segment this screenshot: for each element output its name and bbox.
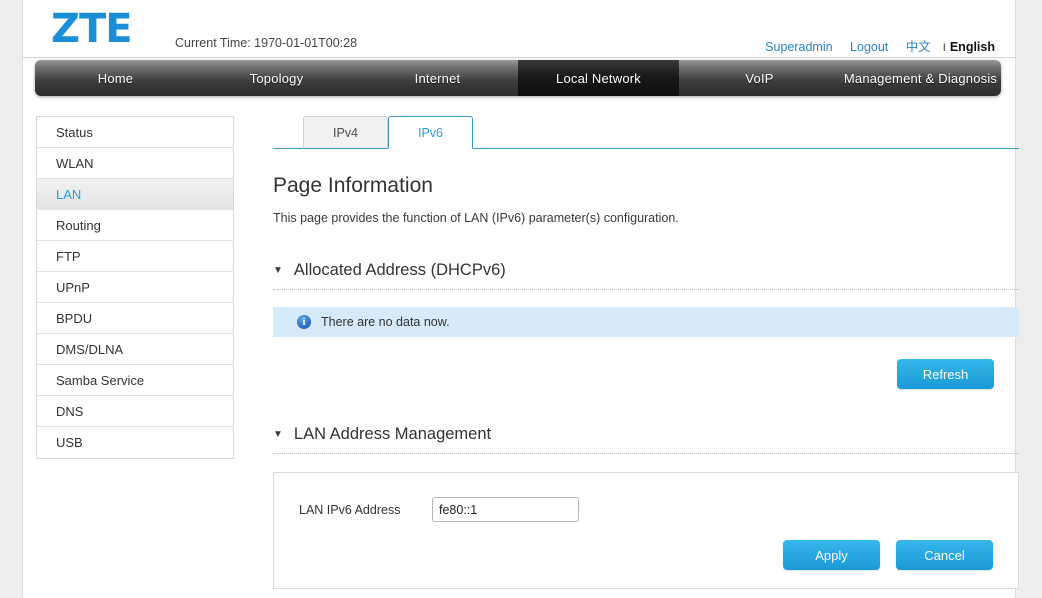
- panel-button-row: Apply Cancel: [783, 540, 993, 570]
- sidebar-item-dms-dlna[interactable]: DMS/DLNA: [37, 334, 233, 365]
- page-canvas: ZTE Current Time: 1970-01-01T00:28 Super…: [22, 0, 1016, 598]
- sidebar-item-lan[interactable]: LAN: [37, 179, 233, 210]
- cancel-button[interactable]: Cancel: [896, 540, 993, 570]
- main-navigation: Home Topology Internet Local Network VoI…: [35, 60, 1001, 96]
- sidebar-item-upnp[interactable]: UPnP: [37, 272, 233, 303]
- chevron-down-icon[interactable]: ▼: [273, 266, 283, 276]
- apply-button[interactable]: Apply: [783, 540, 880, 570]
- sidebar-item-routing[interactable]: Routing: [37, 210, 233, 241]
- no-data-message: There are no data now.: [321, 315, 450, 329]
- sidebar-item-dns[interactable]: DNS: [37, 396, 233, 427]
- sidebar-item-usb[interactable]: USB: [37, 427, 233, 458]
- page-header: ZTE Current Time: 1970-01-01T00:28 Super…: [23, 0, 1015, 58]
- current-time-label: Current Time: 1970-01-01T00:28: [175, 36, 357, 50]
- tab-ipv6[interactable]: IPv6: [388, 116, 473, 149]
- refresh-button-row: Refresh: [273, 359, 1019, 389]
- info-icon: i: [297, 315, 311, 329]
- app-window: ZTE Current Time: 1970-01-01T00:28 Super…: [0, 0, 1042, 598]
- logout-link[interactable]: Logout: [850, 40, 888, 54]
- nav-item-voip[interactable]: VoIP: [679, 60, 840, 96]
- body-area: Status WLAN LAN Routing FTP UPnP BPDU DM…: [23, 104, 1017, 598]
- lan-ipv6-address-input[interactable]: [432, 497, 579, 522]
- nav-item-internet[interactable]: Internet: [357, 60, 518, 96]
- lan-address-panel: LAN IPv6 Address Apply Cancel: [273, 472, 1019, 589]
- sidebar-item-wlan[interactable]: WLAN: [37, 148, 233, 179]
- superadmin-link[interactable]: Superadmin: [765, 40, 832, 54]
- chevron-down-icon[interactable]: ▼: [273, 430, 283, 440]
- zte-logo: ZTE: [51, 6, 132, 52]
- nav-item-topology[interactable]: Topology: [196, 60, 357, 96]
- content-column: IPv4 IPv6 Page Information This page pro…: [273, 104, 1019, 589]
- sidebar-item-status[interactable]: Status: [37, 117, 233, 148]
- sidebar-item-bpdu[interactable]: BPDU: [37, 303, 233, 334]
- nav-item-local-network[interactable]: Local Network: [518, 60, 679, 96]
- tab-bar: IPv4 IPv6: [273, 104, 1019, 149]
- nav-item-home[interactable]: Home: [35, 60, 196, 96]
- tab-ipv4[interactable]: IPv4: [303, 116, 388, 149]
- no-data-banner: i There are no data now.: [273, 307, 1019, 337]
- sidebar: Status WLAN LAN Routing FTP UPnP BPDU DM…: [36, 116, 234, 459]
- section-allocated-address-title: Allocated Address (DHCPv6): [294, 261, 506, 280]
- lan-ipv6-address-label: LAN IPv6 Address: [299, 503, 432, 517]
- section-allocated-address: ▼ Allocated Address (DHCPv6) i There are…: [273, 261, 1019, 389]
- language-english-link[interactable]: English: [950, 40, 995, 54]
- header-links: Superadmin Logout 中文 I English: [751, 36, 995, 55]
- nav-item-management-diagnosis[interactable]: Management & Diagnosis: [840, 60, 1001, 96]
- page-title: Page Information: [273, 174, 1019, 198]
- page-description: This page provides the function of LAN (…: [273, 211, 1019, 225]
- refresh-button[interactable]: Refresh: [897, 359, 994, 389]
- section-lan-address-management: ▼ LAN Address Management LAN IPv6 Addres…: [273, 425, 1019, 589]
- language-separator: I: [943, 42, 946, 54]
- section-allocated-address-header: ▼ Allocated Address (DHCPv6): [273, 261, 1019, 290]
- sidebar-item-ftp[interactable]: FTP: [37, 241, 233, 272]
- section-lan-address-management-header: ▼ LAN Address Management: [273, 425, 1019, 454]
- lan-ipv6-address-row: LAN IPv6 Address: [299, 497, 993, 522]
- sidebar-item-samba-service[interactable]: Samba Service: [37, 365, 233, 396]
- language-chinese-link[interactable]: 中文: [906, 40, 931, 54]
- section-lan-address-management-title: LAN Address Management: [294, 425, 491, 444]
